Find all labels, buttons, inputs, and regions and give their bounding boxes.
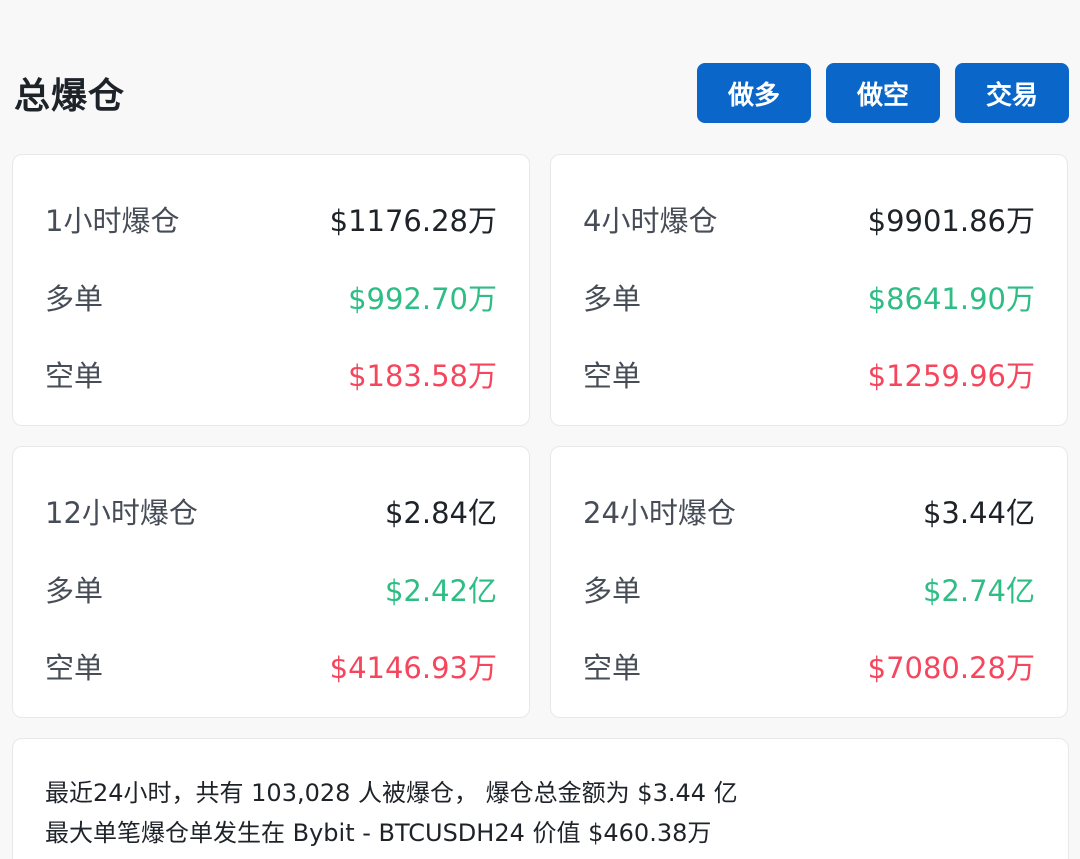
short-row: 空单 $183.58万 [45, 354, 497, 394]
long-label: 多单 [45, 574, 104, 608]
long-row: 多单 $992.70万 [45, 277, 497, 317]
total-row: 1小时爆仓 $1176.28万 [45, 199, 497, 239]
long-label: 多单 [583, 282, 642, 316]
long-button[interactable]: 做多 [697, 63, 811, 123]
short-label: 空单 [45, 651, 104, 685]
short-label: 空单 [45, 359, 104, 393]
long-value: $2.42亿 [384, 574, 497, 608]
short-row: 空单 $1259.96万 [583, 354, 1035, 394]
long-value: $8641.90万 [867, 282, 1035, 316]
total-value: $2.84亿 [384, 496, 497, 530]
summary-panel: 最近24小时，共有 103,028 人被爆仓， 爆仓总金额为 $3.44 亿 最… [12, 738, 1069, 859]
short-value: $1259.96万 [867, 359, 1035, 393]
page-title: 总爆仓 [14, 76, 126, 117]
card-title: 4小时爆仓 [583, 204, 718, 238]
short-button[interactable]: 做空 [826, 63, 940, 123]
card-title: 1小时爆仓 [45, 204, 180, 238]
long-label: 多单 [45, 282, 104, 316]
short-value: $4146.93万 [329, 651, 497, 685]
total-row: 12小时爆仓 $2.84亿 [45, 491, 497, 531]
liquidation-card-24h: 24小时爆仓 $3.44亿 多单 $2.74亿 空单 $7080.28万 [550, 446, 1068, 718]
action-buttons: 做多 做空 交易 [697, 63, 1069, 123]
long-row: 多单 $2.42亿 [45, 569, 497, 609]
card-title: 12小时爆仓 [45, 496, 198, 530]
card-title: 24小时爆仓 [583, 496, 736, 530]
total-row: 24小时爆仓 $3.44亿 [583, 491, 1035, 531]
liquidation-card-12h: 12小时爆仓 $2.84亿 多单 $2.42亿 空单 $4146.93万 [12, 446, 530, 718]
liquidation-card-4h: 4小时爆仓 $9901.86万 多单 $8641.90万 空单 $1259.96… [550, 154, 1068, 426]
long-value: $992.70万 [348, 282, 497, 316]
short-row: 空单 $7080.28万 [583, 646, 1035, 686]
long-row: 多单 $2.74亿 [583, 569, 1035, 609]
header: 总爆仓 做多 做空 交易 [14, 62, 1069, 124]
total-value: $9901.86万 [867, 204, 1035, 238]
short-label: 空单 [583, 651, 642, 685]
short-label: 空单 [583, 359, 642, 393]
short-value: $183.58万 [348, 359, 497, 393]
total-value: $3.44亿 [922, 496, 1035, 530]
short-value: $7080.28万 [867, 651, 1035, 685]
short-row: 空单 $4146.93万 [45, 646, 497, 686]
summary-line-largest: 最大单笔爆仓单发生在 Bybit - BTCUSDH24 价值 $460.38万 [45, 819, 712, 847]
liquidation-page: 总爆仓 做多 做空 交易 1小时爆仓 $1176.28万 多单 $992.70万… [0, 0, 1080, 859]
long-label: 多单 [583, 574, 642, 608]
trade-button[interactable]: 交易 [955, 63, 1069, 123]
long-row: 多单 $8641.90万 [583, 277, 1035, 317]
total-row: 4小时爆仓 $9901.86万 [583, 199, 1035, 239]
long-value: $2.74亿 [922, 574, 1035, 608]
liquidation-card-1h: 1小时爆仓 $1176.28万 多单 $992.70万 空单 $183.58万 [12, 154, 530, 426]
summary-line-total: 最近24小时，共有 103,028 人被爆仓， 爆仓总金额为 $3.44 亿 [45, 779, 738, 807]
total-value: $1176.28万 [329, 204, 497, 238]
